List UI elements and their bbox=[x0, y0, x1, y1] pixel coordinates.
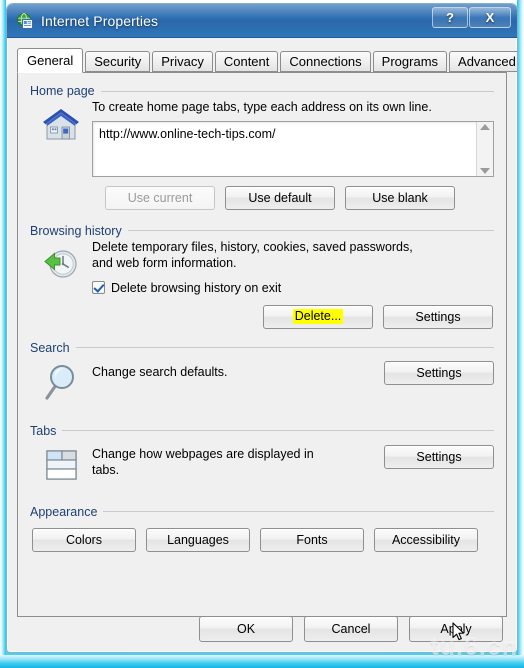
tab-general[interactable]: General bbox=[17, 48, 84, 73]
search-group-header: Search bbox=[30, 340, 494, 356]
fonts-button[interactable]: Fonts bbox=[260, 527, 364, 552]
home-page-buttons: Use current Use default Use blank bbox=[92, 185, 494, 210]
home-page-address-input[interactable]: http://www.online-tech-tips.com/ bbox=[92, 120, 494, 177]
internet-properties-window: Internet Properties ? X General Security… bbox=[0, 0, 524, 668]
apply-button[interactable]: Apply bbox=[409, 615, 503, 642]
browsing-history-description-line1: Delete temporary files, history, cookies… bbox=[92, 239, 413, 254]
tab-privacy[interactable]: Privacy bbox=[152, 51, 213, 72]
ok-button[interactable]: OK bbox=[199, 615, 293, 642]
languages-button[interactable]: Languages bbox=[146, 527, 250, 552]
tab-content[interactable]: Content bbox=[214, 51, 279, 72]
tab-connections[interactable]: Connections bbox=[280, 51, 371, 72]
tabs-icon bbox=[41, 445, 81, 490]
caption-buttons: ? X bbox=[432, 7, 511, 28]
use-blank-button[interactable]: Use blank bbox=[345, 185, 455, 210]
group-rule bbox=[103, 511, 494, 512]
home-page-address-value[interactable]: http://www.online-tech-tips.com/ bbox=[93, 122, 476, 176]
group-rule bbox=[75, 347, 494, 348]
delete-on-exit-label: Delete browsing history on exit bbox=[111, 280, 282, 295]
home-page-group: Home page To create home page tabs, type… bbox=[30, 83, 494, 210]
window-glass-edge-bottom bbox=[0, 655, 524, 668]
search-group-title: Search bbox=[30, 340, 70, 355]
home-page-group-header: Home page bbox=[30, 83, 494, 99]
browsing-history-description-line2: and web form information. bbox=[92, 256, 237, 270]
dialog-footer: OK Cancel Apply bbox=[7, 605, 517, 652]
tabs-group-body: Change how webpages are displayed in tab… bbox=[30, 439, 494, 490]
internet-properties-icon bbox=[16, 12, 34, 30]
dialog-chrome: Internet Properties ? X General Security… bbox=[6, 3, 518, 653]
search-description: Change search defaults. bbox=[92, 364, 228, 379]
browsing-history-group: Browsing history Delete temporary files,… bbox=[30, 223, 494, 329]
history-clock-icon bbox=[41, 245, 81, 329]
browsing-history-group-body: Delete temporary files, history, cookies… bbox=[30, 239, 494, 329]
search-group-body: Change search defaults. Settings bbox=[30, 356, 494, 409]
window-title: Internet Properties bbox=[41, 12, 159, 29]
tabs-group: Tabs Change how webpages are displayed i… bbox=[30, 423, 494, 490]
appearance-buttons: Colors Languages Fonts Accessibility bbox=[30, 527, 494, 552]
search-content: Change search defaults. Settings bbox=[92, 356, 494, 385]
delete-button-label: Delete... bbox=[292, 309, 344, 324]
browsing-history-group-title: Browsing history bbox=[30, 223, 122, 238]
appearance-group-title: Appearance bbox=[30, 504, 98, 519]
home-page-content: To create home page tabs, type each addr… bbox=[92, 99, 494, 210]
delete-on-exit-checkbox[interactable] bbox=[92, 281, 105, 294]
home-icon bbox=[40, 105, 82, 210]
home-page-scrollbar[interactable] bbox=[476, 121, 493, 176]
group-rule bbox=[127, 230, 494, 231]
delete-button[interactable]: Delete... bbox=[263, 304, 373, 329]
browsing-history-settings-button[interactable]: Settings bbox=[383, 304, 493, 329]
appearance-group-header: Appearance bbox=[30, 504, 494, 520]
tabs-description-line2: tabs. bbox=[92, 463, 120, 477]
search-settings-button[interactable]: Settings bbox=[384, 360, 494, 385]
tabs-group-header: Tabs bbox=[30, 423, 494, 439]
group-rule bbox=[100, 90, 494, 92]
scroll-up-icon[interactable] bbox=[480, 123, 490, 130]
window-glass-edge-right bbox=[517, 0, 524, 668]
scroll-down-icon[interactable] bbox=[480, 167, 490, 174]
group-rule bbox=[62, 430, 494, 431]
tabs-group-title: Tabs bbox=[30, 423, 57, 438]
cancel-button[interactable]: Cancel bbox=[304, 615, 398, 642]
search-group: Search Change search defaults. Settings bbox=[30, 340, 494, 409]
tab-programs[interactable]: Programs bbox=[372, 51, 448, 72]
tabs-icon-cell bbox=[30, 439, 92, 490]
general-tab-panel: Home page To create home page tabs, type… bbox=[17, 72, 507, 617]
delete-on-exit-checkbox-row[interactable]: Delete browsing history on exit bbox=[92, 281, 494, 295]
tabs-description: Change how webpages are displayed in tab… bbox=[92, 439, 314, 479]
tab-security[interactable]: Security bbox=[85, 51, 151, 72]
colors-button[interactable]: Colors bbox=[32, 527, 136, 552]
tab-strip: General Security Privacy Content Connect… bbox=[17, 47, 517, 73]
tab-advanced[interactable]: Advanced bbox=[449, 51, 517, 72]
title-bar[interactable]: Internet Properties ? X bbox=[7, 4, 517, 38]
tabs-description-line1: Change how webpages are displayed in bbox=[92, 446, 314, 461]
accessibility-button[interactable]: Accessibility bbox=[374, 527, 478, 552]
home-icon-cell bbox=[30, 99, 92, 210]
browsing-history-content: Delete temporary files, history, cookies… bbox=[92, 239, 494, 329]
tabs-content: Change how webpages are displayed in tab… bbox=[92, 439, 494, 479]
home-page-group-title: Home page bbox=[30, 84, 95, 98]
search-icon-cell bbox=[30, 356, 92, 409]
home-page-group-body: To create home page tabs, type each addr… bbox=[30, 99, 494, 210]
close-button[interactable]: X bbox=[469, 7, 511, 28]
history-icon-cell bbox=[30, 239, 92, 329]
use-default-button[interactable]: Use default bbox=[225, 185, 335, 210]
use-current-button[interactable]: Use current bbox=[105, 185, 215, 210]
appearance-group: Appearance Colors Languages Fonts Access… bbox=[30, 504, 494, 552]
browsing-history-group-header: Browsing history bbox=[30, 223, 494, 239]
magnifier-icon bbox=[41, 362, 81, 409]
home-page-description: To create home page tabs, type each addr… bbox=[92, 100, 432, 114]
help-button[interactable]: ? bbox=[432, 7, 468, 28]
browsing-history-buttons: Delete... Settings bbox=[92, 304, 494, 329]
tabs-settings-button[interactable]: Settings bbox=[384, 444, 494, 469]
